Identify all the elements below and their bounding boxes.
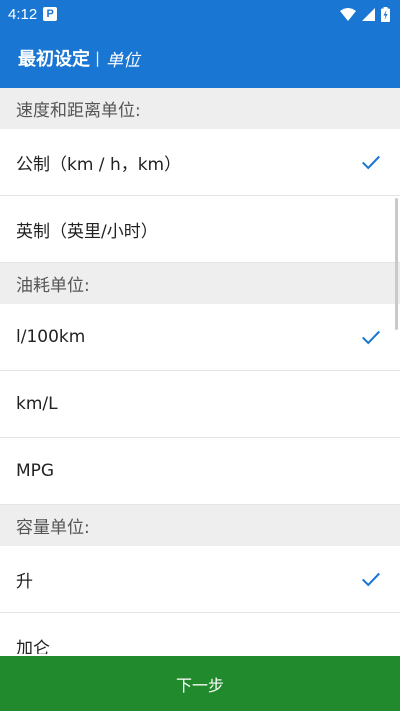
scrollbar[interactable]	[395, 198, 398, 330]
signal-icon	[362, 7, 375, 21]
option-mpg[interactable]: MPG	[0, 438, 400, 505]
next-button[interactable]: 下一步	[0, 656, 400, 711]
checkmark-icon	[362, 155, 380, 170]
section-header-fuel-consumption: 油耗单位:	[0, 263, 400, 304]
option-label: l/100km	[16, 327, 86, 347]
option-label: 升	[16, 571, 33, 592]
battery-icon	[381, 6, 390, 22]
title-separator: |	[95, 49, 101, 67]
settings-list[interactable]: 速度和距离单位: 公制（km / h，km） 英制（英里/小时） 油耗单位: l…	[0, 88, 400, 654]
option-metric[interactable]: 公制（km / h，km）	[0, 129, 400, 196]
option-label: 公制（km / h，km）	[16, 154, 182, 175]
section-header-capacity: 容量单位:	[0, 505, 400, 546]
parking-p-icon: P	[43, 7, 58, 21]
option-label: 英制（英里/小时）	[16, 221, 158, 242]
status-time: 4:12	[8, 5, 38, 23]
app-bar: 最初设定 | 单位	[0, 28, 400, 88]
checkmark-icon	[362, 572, 380, 587]
checkmark-icon	[362, 330, 380, 345]
app-subtitle: 单位	[106, 50, 141, 71]
option-gallon[interactable]: 加仑	[0, 613, 400, 654]
option-liter[interactable]: 升	[0, 546, 400, 613]
status-bar: 4:12 P	[0, 0, 400, 28]
option-label: km/L	[16, 394, 58, 414]
option-km-per-l[interactable]: km/L	[0, 371, 400, 438]
option-label: 加仑	[16, 638, 50, 655]
section-header-speed-distance: 速度和距离单位:	[0, 88, 400, 129]
status-icons	[340, 6, 390, 22]
option-imperial[interactable]: 英制（英里/小时）	[0, 196, 400, 263]
option-l-per-100km[interactable]: l/100km	[0, 304, 400, 371]
wifi-icon	[340, 7, 356, 21]
option-label: MPG	[16, 461, 55, 481]
app-title: 最初设定	[18, 49, 90, 70]
